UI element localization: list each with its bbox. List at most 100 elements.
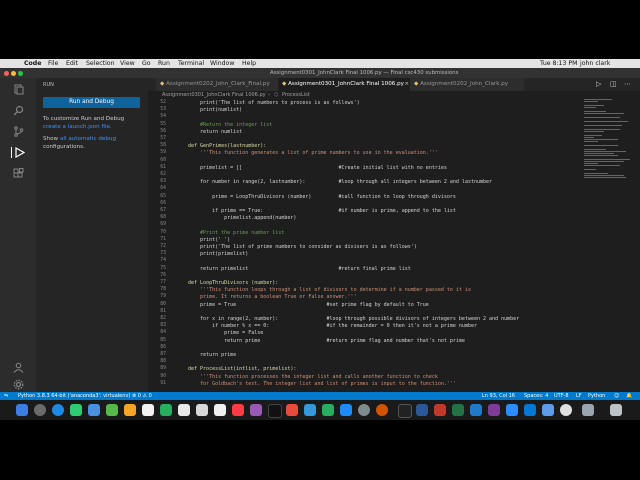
code-line[interactable]: print('The list of numbers to process is… <box>188 100 360 106</box>
powerpoint-icon[interactable] <box>434 404 446 416</box>
extensions-icon[interactable] <box>13 168 24 179</box>
code-line[interactable]: for Goldbach's test. The integer list an… <box>188 381 456 387</box>
mail-icon[interactable] <box>88 404 100 416</box>
news-icon[interactable] <box>286 404 298 416</box>
code-line[interactable]: primelist = [] #Create initial list with… <box>188 165 447 171</box>
run-and-debug-button[interactable]: Run and Debug <box>43 97 140 108</box>
close-window-button[interactable] <box>4 70 9 76</box>
indentation[interactable]: Spaces: 4 <box>524 392 548 400</box>
code-line[interactable]: if prime == True: #if number is prime, a… <box>188 208 456 214</box>
explorer-icon[interactable] <box>13 84 24 95</box>
run-debug-icon[interactable] <box>11 146 26 159</box>
menu-go[interactable]: Go <box>142 59 151 68</box>
code-line[interactable]: print('The list of prime numbers to cons… <box>188 244 417 250</box>
numbers-icon[interactable] <box>322 404 334 416</box>
chrome-icon[interactable] <box>560 404 572 416</box>
remote-icon[interactable]: ⇋ <box>4 392 8 400</box>
close-tab-icon[interactable]: × <box>404 78 409 91</box>
tab-assignment0202[interactable]: ◆ Assignment0202_John_Clark.py <box>410 78 524 91</box>
launchpad-icon[interactable] <box>34 404 46 416</box>
split-editor-icon[interactable]: ◫ <box>610 78 617 91</box>
code-line[interactable]: return prime <box>188 352 236 358</box>
teams-icon[interactable] <box>488 404 500 416</box>
menu-selection[interactable]: Selection <box>86 59 115 68</box>
calendar-icon[interactable] <box>178 404 190 416</box>
word-icon[interactable] <box>416 404 428 416</box>
accounts-icon[interactable] <box>13 362 24 373</box>
problems-count[interactable]: ⊗ 0 ⚠ 0 <box>132 392 152 400</box>
trash-icon[interactable] <box>610 404 622 416</box>
source-control-icon[interactable] <box>13 126 24 137</box>
contacts-icon[interactable] <box>142 404 154 416</box>
code-line[interactable]: prime. It returns a boolean True or Fals… <box>188 294 357 300</box>
music-icon[interactable] <box>232 404 244 416</box>
messages-icon[interactable] <box>70 404 82 416</box>
tv-icon[interactable] <box>268 404 282 418</box>
code-line[interactable]: if number % x == 0: #if the remainder = … <box>188 323 477 329</box>
code-line[interactable]: '''This function loops through a list of… <box>188 287 471 293</box>
feedback-icon[interactable]: ☺ <box>614 392 619 400</box>
code-line[interactable]: for x in range(2, number): #loop through… <box>188 316 519 322</box>
zoom-icon[interactable] <box>506 404 518 416</box>
more-actions-icon[interactable]: ⋯ <box>624 78 631 91</box>
menu-view[interactable]: View <box>120 59 135 68</box>
code-line[interactable]: def GenPrimes(lastnumber): <box>188 143 266 149</box>
outlook-icon[interactable] <box>524 404 536 416</box>
language-mode[interactable]: Python <box>588 392 605 400</box>
menu-help[interactable]: Help <box>242 59 256 68</box>
tab-assignment0301-final-1006[interactable]: ◆ Assignment0301_JohnClark Final 1006.py… <box>278 78 412 91</box>
menu-window[interactable]: Window <box>210 59 234 68</box>
reminders-icon[interactable] <box>214 404 226 416</box>
code-line[interactable]: print(primelist) <box>188 251 248 257</box>
photos-icon[interactable] <box>124 404 136 416</box>
end-of-line[interactable]: LF <box>576 392 582 400</box>
menu-file[interactable]: File <box>48 59 58 68</box>
finder-icon[interactable] <box>16 404 28 416</box>
settings-gear-icon[interactable] <box>13 379 24 390</box>
notes-icon[interactable] <box>196 404 208 416</box>
run-python-file-icon[interactable]: ▷ <box>596 78 601 91</box>
menu-run[interactable]: Run <box>158 59 170 68</box>
code-line[interactable]: primelist.append(number) <box>188 215 296 221</box>
downloads-folder-icon[interactable] <box>582 404 594 416</box>
encoding[interactable]: UTF-8 <box>554 392 569 400</box>
python-interpreter[interactable]: Python 3.8.3 64-bit ('anaconda3': virtua… <box>18 392 130 400</box>
system-preferences-icon[interactable] <box>358 404 370 416</box>
excel-icon[interactable] <box>452 404 464 416</box>
create-launch-json-link[interactable]: create a launch.json file. <box>43 124 112 130</box>
code-line[interactable]: prime = True #set prime flag by default … <box>188 302 429 308</box>
facetime-icon[interactable] <box>160 404 172 416</box>
podcasts-icon[interactable] <box>250 404 262 416</box>
maximize-window-button[interactable] <box>18 70 23 76</box>
code-line[interactable]: prime = LoopThruDivisors (number) #call … <box>188 194 456 200</box>
keynote-icon[interactable] <box>304 404 316 416</box>
notifications-icon[interactable]: 🔔 <box>626 392 632 400</box>
safari-icon[interactable] <box>52 404 64 416</box>
code-line[interactable]: return numlist <box>188 129 242 135</box>
code-line[interactable]: #Print the prime number list <box>188 230 284 236</box>
minimap[interactable] <box>582 99 632 179</box>
vscode-dock-icon[interactable] <box>470 404 482 416</box>
code-line[interactable]: return prime #return prime flag and numb… <box>188 338 465 344</box>
minimize-window-button[interactable] <box>11 70 16 76</box>
code-line[interactable]: #Return the integer list <box>188 122 272 128</box>
quicktime-icon[interactable] <box>376 404 388 416</box>
breadcrumb-file[interactable]: Assignment0301_JohnClark Final 1006.py <box>162 91 266 99</box>
code-line[interactable]: '''This function generates a list of pri… <box>188 150 438 156</box>
code-line[interactable]: prime = False <box>188 330 263 336</box>
breadcrumb-symbol[interactable]: ProcessList <box>282 91 310 99</box>
code-line[interactable]: print(' ') <box>188 237 230 243</box>
cursor-position[interactable]: Ln 93, Col 16 <box>482 392 515 400</box>
user-name[interactable]: john clark <box>580 59 610 68</box>
code-line[interactable]: def LoopThruDivisors (number): <box>188 280 278 286</box>
show-all-debug-configs-link[interactable]: all automatic debug <box>60 136 116 142</box>
code-line[interactable]: def ProcessList(intlist, primelist): <box>188 366 296 372</box>
tab-assignment0202-final[interactable]: ◆ Assignment0202_John_Clark_Final.py <box>156 78 280 91</box>
maps-icon[interactable] <box>106 404 118 416</box>
preview-icon[interactable] <box>542 404 554 416</box>
code-line[interactable]: return primelist #return final prime lis… <box>188 266 411 272</box>
menu-terminal[interactable]: Terminal <box>178 59 204 68</box>
code-line[interactable]: print(numlist) <box>188 107 242 113</box>
clock[interactable]: Tue 8:13 PM <box>540 59 577 68</box>
code-line[interactable]: '''This function processes the integer l… <box>188 374 438 380</box>
